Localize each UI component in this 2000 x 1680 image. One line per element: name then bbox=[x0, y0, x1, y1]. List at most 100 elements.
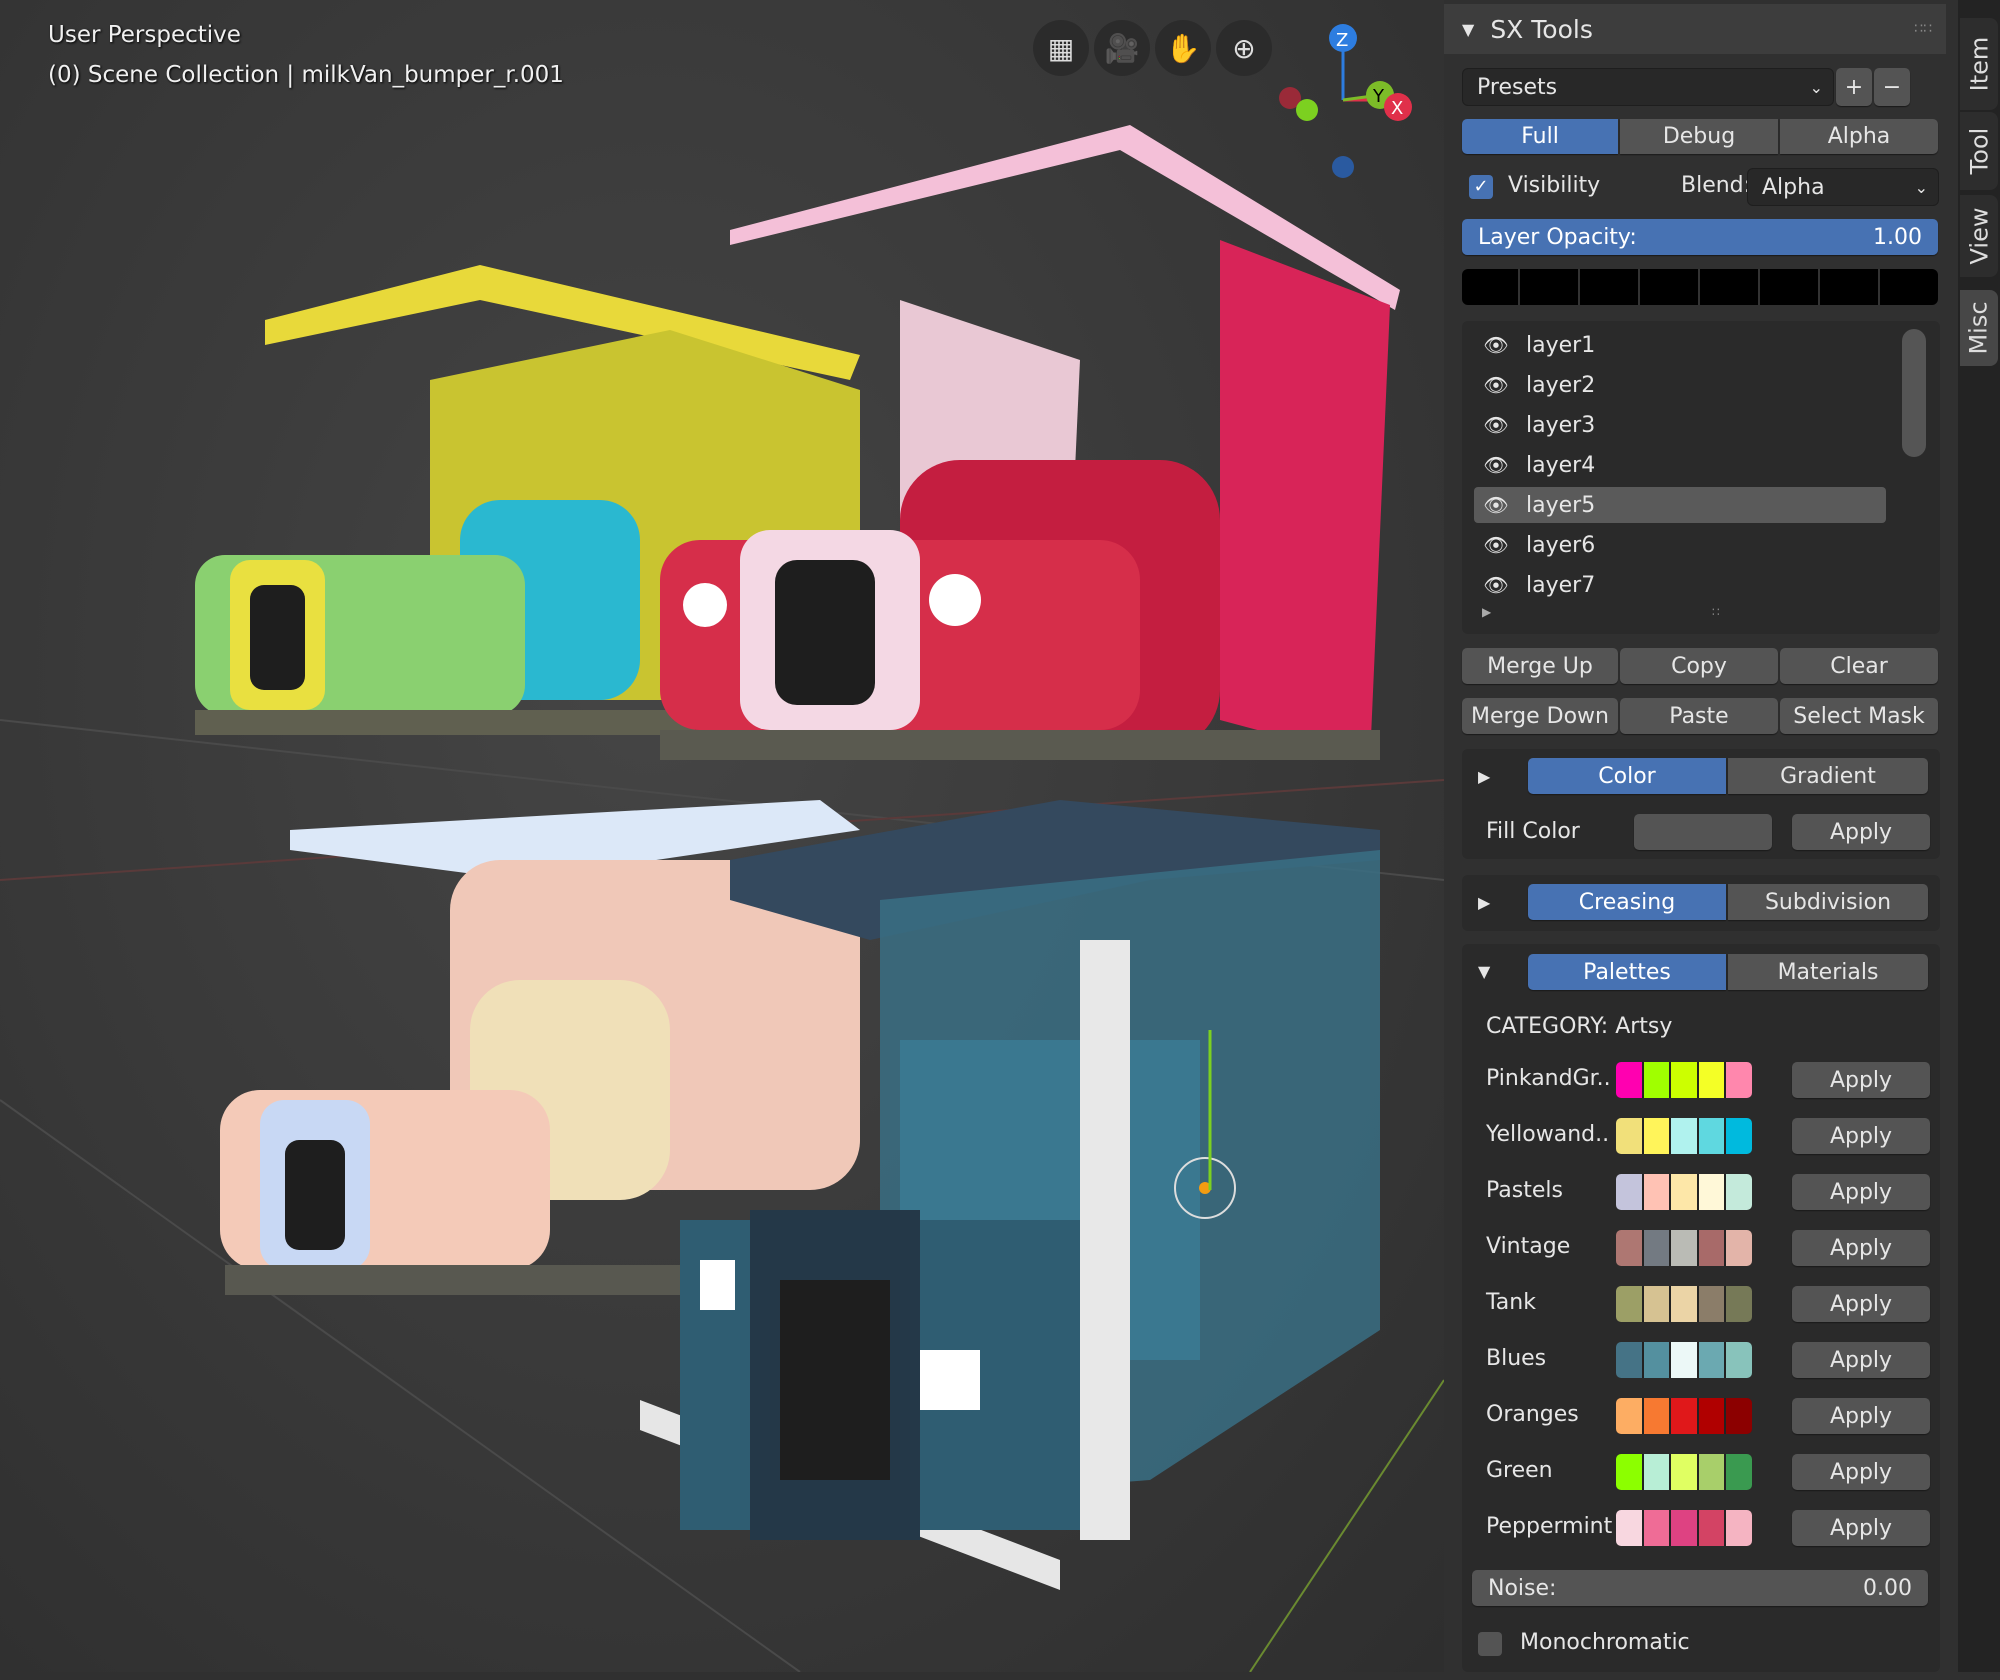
layer-item[interactable]: 👁 layer7 bbox=[1474, 567, 1886, 603]
palette-color[interactable] bbox=[1726, 1286, 1752, 1322]
palette-color[interactable] bbox=[1671, 1454, 1697, 1490]
palette-swatches[interactable] bbox=[1616, 1510, 1752, 1546]
palette-color[interactable] bbox=[1726, 1342, 1752, 1378]
palette-apply-button[interactable]: Apply bbox=[1792, 1230, 1930, 1266]
merge-down-button[interactable]: Merge Down bbox=[1462, 698, 1618, 734]
expand-triangle-icon[interactable]: ▶ bbox=[1478, 893, 1490, 912]
palette-color[interactable] bbox=[1726, 1174, 1752, 1210]
mode-full-button[interactable]: Full bbox=[1462, 119, 1618, 154]
layer-list[interactable]: 👁 layer1 👁 layer2 👁 layer3 👁 layer4 👁 layer5 … bbox=[1462, 321, 1940, 634]
palette-swatches[interactable] bbox=[1616, 1174, 1752, 1210]
palette-color[interactable] bbox=[1643, 1118, 1670, 1154]
expand-triangle-icon[interactable]: ▶ bbox=[1478, 767, 1490, 786]
palette-swatches[interactable] bbox=[1616, 1118, 1752, 1154]
palette-color[interactable] bbox=[1643, 1398, 1670, 1434]
palette-color[interactable] bbox=[1643, 1454, 1670, 1490]
tab-view[interactable]: View bbox=[1960, 195, 1998, 277]
palette-color[interactable] bbox=[1616, 1118, 1642, 1154]
palette-color[interactable] bbox=[1726, 1398, 1752, 1434]
resize-handle-icon[interactable]: ∷ bbox=[1712, 605, 1720, 619]
palette-apply-button[interactable]: Apply bbox=[1792, 1062, 1930, 1098]
palette-color[interactable] bbox=[1616, 1510, 1642, 1546]
tab-tool[interactable]: Tool bbox=[1960, 112, 1998, 190]
palette-color[interactable] bbox=[1616, 1342, 1642, 1378]
layer-list-scrollbar[interactable] bbox=[1902, 329, 1926, 457]
copy-button[interactable]: Copy bbox=[1620, 648, 1778, 684]
palette-color[interactable] bbox=[1671, 1398, 1697, 1434]
layer-item[interactable]: 👁 layer2 bbox=[1474, 367, 1886, 403]
palette-color[interactable] bbox=[1671, 1286, 1697, 1322]
3d-viewport[interactable]: User Perspective (0) Scene Collection | … bbox=[0, 0, 1444, 1672]
add-preset-button[interactable]: + bbox=[1836, 68, 1872, 106]
collapse-triangle-icon[interactable]: ▼ bbox=[1462, 20, 1474, 39]
palette-color[interactable] bbox=[1698, 1174, 1725, 1210]
remove-preset-button[interactable]: − bbox=[1874, 68, 1910, 106]
palette-color[interactable] bbox=[1616, 1398, 1642, 1434]
collapse-triangle-icon[interactable]: ▼ bbox=[1478, 962, 1490, 981]
presets-dropdown[interactable]: Presets ⌄ bbox=[1462, 68, 1834, 106]
layer-color-swatches[interactable] bbox=[1462, 269, 1938, 305]
palette-color[interactable] bbox=[1698, 1118, 1725, 1154]
monochromatic-checkbox[interactable] bbox=[1478, 1632, 1502, 1656]
eye-icon[interactable]: 👁 bbox=[1482, 533, 1510, 557]
layer-item[interactable]: 👁 layer6 bbox=[1474, 527, 1886, 563]
palette-swatches[interactable] bbox=[1616, 1286, 1752, 1322]
palette-color[interactable] bbox=[1698, 1230, 1725, 1266]
layer-item[interactable]: 👁 layer1 bbox=[1474, 327, 1886, 363]
palette-color[interactable] bbox=[1671, 1230, 1697, 1266]
layer-opacity-slider[interactable]: Layer Opacity: 1.00 bbox=[1462, 219, 1938, 255]
palette-apply-button[interactable]: Apply bbox=[1792, 1398, 1930, 1434]
tab-gradient[interactable]: Gradient bbox=[1728, 758, 1928, 794]
panel-header[interactable]: ▼ SX Tools ∷∷ bbox=[1444, 4, 1946, 54]
layer-item[interactable]: 👁 layer3 bbox=[1474, 407, 1886, 443]
palette-color[interactable] bbox=[1671, 1510, 1697, 1546]
palette-color[interactable] bbox=[1643, 1230, 1670, 1266]
tab-creasing[interactable]: Creasing bbox=[1528, 884, 1726, 920]
palette-apply-button[interactable]: Apply bbox=[1792, 1286, 1930, 1322]
paste-button[interactable]: Paste bbox=[1620, 698, 1778, 734]
palette-apply-button[interactable]: Apply bbox=[1792, 1454, 1930, 1490]
palette-swatches[interactable] bbox=[1616, 1062, 1752, 1098]
visibility-checkbox[interactable]: ✓ bbox=[1469, 175, 1493, 199]
palette-color[interactable] bbox=[1726, 1062, 1752, 1098]
palette-color[interactable] bbox=[1726, 1510, 1752, 1546]
palette-color[interactable] bbox=[1616, 1286, 1642, 1322]
palette-color[interactable] bbox=[1643, 1174, 1670, 1210]
palette-color[interactable] bbox=[1643, 1286, 1670, 1322]
clear-button[interactable]: Clear bbox=[1780, 648, 1938, 684]
palette-color[interactable] bbox=[1698, 1286, 1725, 1322]
palette-color[interactable] bbox=[1616, 1062, 1642, 1098]
palette-swatches[interactable] bbox=[1616, 1398, 1752, 1434]
axis-gizmo[interactable]: Z Y X bbox=[0, 0, 1444, 200]
palette-swatches[interactable] bbox=[1616, 1230, 1752, 1266]
tab-subdivision[interactable]: Subdivision bbox=[1728, 884, 1928, 920]
palette-color[interactable] bbox=[1671, 1062, 1697, 1098]
layer-item[interactable]: 👁 layer4 bbox=[1474, 447, 1886, 483]
eye-icon[interactable]: 👁 bbox=[1482, 493, 1510, 517]
tab-materials[interactable]: Materials bbox=[1728, 954, 1928, 990]
select-mask-button[interactable]: Select Mask bbox=[1780, 698, 1938, 734]
palette-color[interactable] bbox=[1698, 1398, 1725, 1434]
mode-debug-button[interactable]: Debug bbox=[1620, 119, 1778, 154]
palette-color[interactable] bbox=[1726, 1454, 1752, 1490]
fill-color-swatch[interactable] bbox=[1634, 814, 1772, 850]
eye-icon[interactable]: 👁 bbox=[1482, 333, 1510, 357]
palette-color[interactable] bbox=[1616, 1174, 1642, 1210]
palette-color[interactable] bbox=[1643, 1062, 1670, 1098]
eye-icon[interactable]: 👁 bbox=[1482, 453, 1510, 477]
eye-icon[interactable]: 👁 bbox=[1482, 573, 1510, 597]
mode-alpha-button[interactable]: Alpha bbox=[1780, 119, 1938, 154]
noise-slider[interactable]: Noise: 0.00 bbox=[1472, 1570, 1928, 1606]
tab-color[interactable]: Color bbox=[1528, 758, 1726, 794]
palette-apply-button[interactable]: Apply bbox=[1792, 1174, 1930, 1210]
palette-color[interactable] bbox=[1643, 1342, 1670, 1378]
palette-color[interactable] bbox=[1671, 1174, 1697, 1210]
palette-color[interactable] bbox=[1643, 1510, 1670, 1546]
drag-handle-icon[interactable]: ∷∷ bbox=[1914, 21, 1932, 37]
tab-item[interactable]: Item bbox=[1960, 18, 1998, 110]
palette-apply-button[interactable]: Apply bbox=[1792, 1118, 1930, 1154]
palette-color[interactable] bbox=[1616, 1454, 1642, 1490]
palette-color[interactable] bbox=[1698, 1454, 1725, 1490]
palette-swatches[interactable] bbox=[1616, 1342, 1752, 1378]
tab-misc[interactable]: Misc bbox=[1960, 290, 1998, 366]
